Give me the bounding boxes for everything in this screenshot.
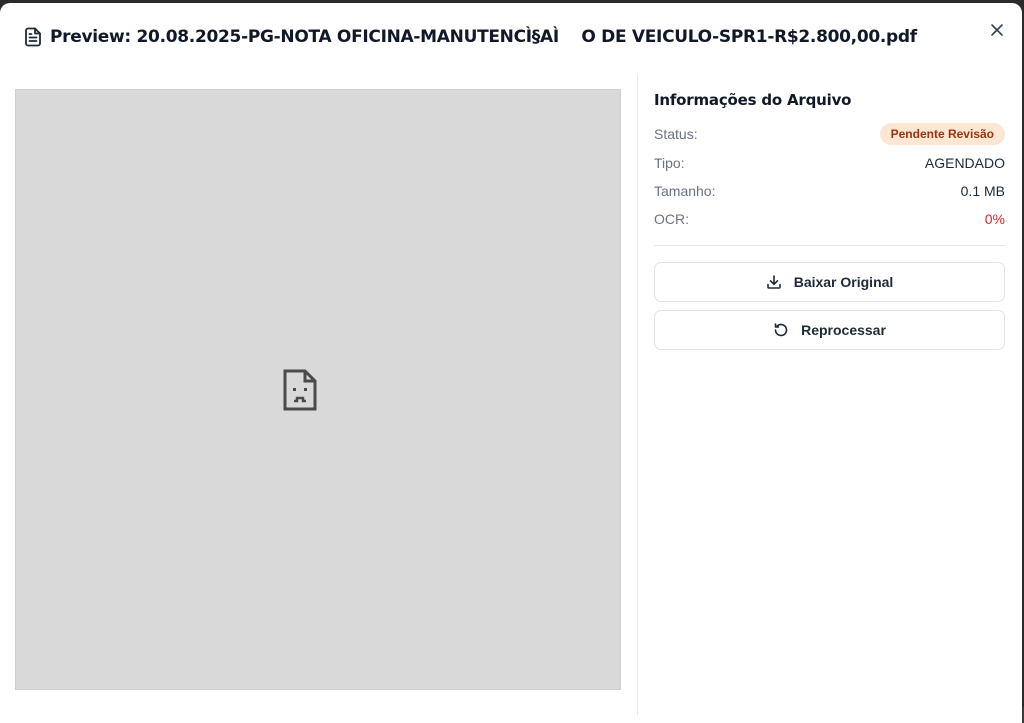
type-label: Tipo: <box>654 155 685 171</box>
close-icon <box>991 24 1003 36</box>
ocr-label: OCR: <box>654 211 689 227</box>
size-row: Tamanho: 0.1 MB <box>654 177 1005 205</box>
file-info-panel: Informações do Arquivo Status: Pendente … <box>654 91 1005 358</box>
ocr-value: 0% <box>984 211 1005 227</box>
dialog-header: Preview: 20.08.2025-PG-NOTA OFICINA-MANU… <box>24 27 917 47</box>
pdf-preview-frame[interactable] <box>15 89 621 690</box>
reprocess-label: Reprocessar <box>801 322 886 338</box>
status-label: Status: <box>654 126 698 142</box>
close-button[interactable] <box>988 21 1006 39</box>
reprocess-icon <box>774 323 788 337</box>
reprocess-button[interactable]: Reprocessar <box>654 310 1005 350</box>
document-icon <box>24 27 42 47</box>
type-value: AGENDADO <box>924 155 1005 171</box>
type-row: Tipo: AGENDADO <box>654 149 1005 177</box>
download-original-button[interactable]: Baixar Original <box>654 262 1005 302</box>
file-info-heading: Informações do Arquivo <box>654 91 852 109</box>
file-preview-dialog: Preview: 20.08.2025-PG-NOTA OFICINA-MANU… <box>0 3 1022 723</box>
status-row: Status: Pendente Revisão <box>654 119 1005 149</box>
ocr-row: OCR: 0% <box>654 205 1005 233</box>
dialog-title: Preview: 20.08.2025-PG-NOTA OFICINA-MANU… <box>50 27 917 47</box>
size-value: 0.1 MB <box>960 183 1005 199</box>
size-label: Tamanho: <box>654 183 716 199</box>
panel-divider <box>637 75 638 715</box>
status-badge: Pendente Revisão <box>879 123 1005 145</box>
download-original-label: Baixar Original <box>793 274 894 290</box>
info-divider <box>654 245 1005 246</box>
broken-document-icon <box>282 368 318 412</box>
download-icon <box>766 275 781 289</box>
